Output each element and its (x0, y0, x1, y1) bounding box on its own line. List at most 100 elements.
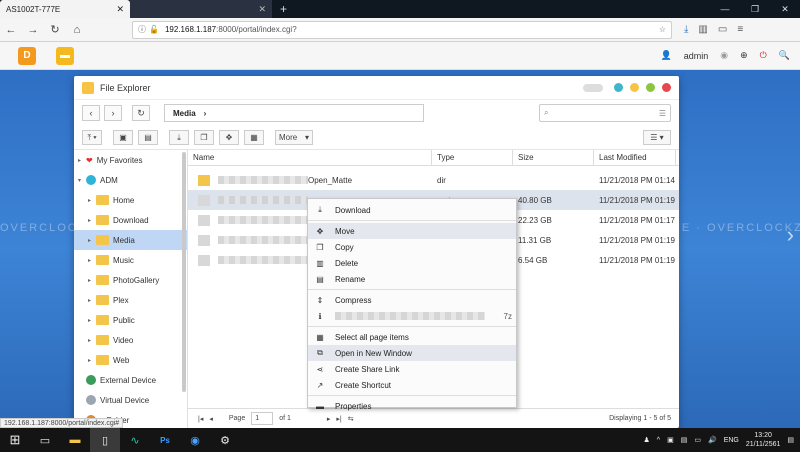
refresh-button[interactable]: ↻ (132, 105, 150, 121)
column-last-modified[interactable]: Last Modified (594, 149, 676, 166)
maximize-icon[interactable]: ❐ (740, 0, 770, 18)
search-input[interactable]: ⌕ ☰ (539, 104, 671, 122)
menu-item-rename[interactable]: ▤ Rename (308, 271, 516, 287)
home-icon[interactable]: ⌂ (66, 24, 88, 36)
tree-item-virtual-device[interactable]: Virtual Device (74, 390, 187, 410)
task-view-icon[interactable]: ▭ (30, 428, 60, 452)
prev-page-icon[interactable]: ◂ (209, 415, 213, 423)
menu-item-compress[interactable]: ⇕ Compress (308, 292, 516, 308)
page-input[interactable]: 1 (251, 412, 274, 425)
column-size[interactable]: Size (513, 149, 594, 166)
upload-button[interactable]: ⤒ ▾ (82, 130, 102, 145)
menu-item-delete[interactable]: ▥ Delete (308, 255, 516, 271)
browser-tab-active[interactable]: AS1002T-777E ✕ (0, 0, 130, 18)
tree-item-video[interactable]: ▸ Video (74, 330, 187, 350)
tree-item-web[interactable]: ▸ Web (74, 350, 187, 370)
language-indicator[interactable]: ENG (724, 437, 739, 444)
column-name[interactable]: Name (188, 149, 432, 166)
menu-item-properties[interactable]: ▬ Properties (308, 398, 516, 414)
tree-item-public[interactable]: ▸ Public (74, 310, 187, 330)
notification-icon[interactable]: ◉ (720, 50, 728, 61)
minimize-icon[interactable]: — (710, 0, 740, 18)
close-icon[interactable]: ✕ (258, 4, 266, 15)
close-icon[interactable]: ✕ (116, 4, 124, 15)
bookmark-star-icon[interactable]: ☆ (659, 25, 666, 34)
username[interactable]: admin (684, 51, 709, 61)
folder-action-button[interactable]: ▤ (138, 130, 158, 145)
more-button[interactable]: More ▾ (275, 130, 313, 145)
network-icon[interactable]: ▣ (667, 436, 674, 444)
back-button[interactable]: ‹ (82, 105, 100, 121)
volume-icon[interactable]: 🔊 (708, 436, 717, 444)
tray-chevron-icon[interactable]: ^ (657, 437, 660, 444)
menu-item-download[interactable]: ⤓ Download (308, 202, 516, 218)
search-options-icon[interactable]: ☰ (659, 109, 666, 118)
tray-app-icon[interactable]: ▤ (681, 436, 688, 444)
close-window-icon[interactable]: ✕ (770, 0, 800, 18)
download-icon[interactable]: ⤓ (684, 24, 688, 35)
table-row[interactable]: Open_Matte dir 11/21/2018 PM 01:14 (188, 170, 679, 190)
refresh-icon[interactable]: ⇆ (348, 415, 354, 423)
monitor-taskbar-icon[interactable]: ∿ (120, 428, 150, 452)
menu-item-select-all[interactable]: ▦ Select all page items (308, 329, 516, 345)
settings-taskbar-icon[interactable]: ⚙ (210, 428, 240, 452)
help-icon[interactable]: ⊕ (740, 50, 748, 61)
menu-item-shortcut[interactable]: ↗ Create Shortcut (308, 377, 516, 393)
menu-item-share-link[interactable]: ⋖ Create Share Link (308, 361, 516, 377)
document-taskbar-icon[interactable]: ▯ (90, 428, 120, 452)
pin-toggle[interactable] (583, 83, 603, 92)
menu-icon[interactable]: ≡ (737, 24, 743, 35)
maximize-dot[interactable] (646, 83, 655, 92)
search-icon[interactable]: 🔍 (779, 50, 790, 61)
tree-scrollbar[interactable] (182, 152, 186, 392)
forward-icon[interactable]: → (22, 24, 44, 36)
tree-item-plex[interactable]: ▸ Plex (74, 290, 187, 310)
breadcrumb-media[interactable]: Media (173, 109, 196, 118)
column-type[interactable]: Type (432, 149, 513, 166)
copy-button[interactable]: ❐ (194, 130, 214, 145)
file-explorer-taskbar-icon[interactable]: ▬ (60, 428, 90, 452)
menu-item-extract[interactable]: ℹ 7z (308, 308, 516, 324)
download-button[interactable]: ⤓ (169, 130, 189, 145)
adm-logo-icon[interactable]: D (18, 46, 36, 65)
tree-item-external-device[interactable]: External Device (74, 370, 187, 390)
people-icon[interactable]: ♟ (644, 436, 650, 444)
reload-icon[interactable]: ↻ (44, 23, 66, 36)
forward-button[interactable]: › (104, 105, 122, 121)
browser-tab[interactable]: ✕ (130, 0, 272, 18)
menu-item-open-new-window[interactable]: ⧉ Open in New Window (308, 345, 516, 361)
breadcrumb[interactable]: Media › (164, 104, 424, 122)
notification-center-icon[interactable]: ▤ (787, 436, 794, 444)
new-tab-button[interactable]: + (272, 0, 295, 18)
photoshop-taskbar-icon[interactable]: Ps (150, 428, 180, 452)
tree-item-download[interactable]: ▸ Download (74, 210, 187, 230)
first-page-icon[interactable]: |◂ (198, 415, 203, 423)
view-mode-button[interactable]: ☰ ▾ (643, 130, 671, 145)
tree-item-home[interactable]: ▸ Home (74, 190, 187, 210)
tree-item-photogallery[interactable]: ▸ PhotoGallery (74, 270, 187, 290)
menu-item-move[interactable]: ✥ Move (308, 223, 516, 239)
power-icon[interactable]: ⏻ (760, 50, 767, 61)
move-button[interactable]: ✥ (219, 130, 239, 145)
next-arrow-icon[interactable]: › (787, 222, 794, 248)
minimize-dot[interactable] (630, 83, 639, 92)
clock[interactable]: 13:20 21/11/2561 (746, 431, 781, 449)
window-title-bar[interactable]: File Explorer (74, 76, 679, 100)
select-button[interactable]: ▦ (244, 130, 264, 145)
restore-dot[interactable] (614, 83, 623, 92)
address-bar[interactable]: ⓘ 🔓 192.168.1.187 :8000/portal/index.cgi… (132, 20, 672, 39)
last-page-icon[interactable]: ▸| (336, 415, 341, 423)
tree-item-adm[interactable]: ▾ ADM (74, 170, 187, 190)
tree-item-music[interactable]: ▸ Music (74, 250, 187, 270)
close-dot[interactable] (662, 83, 671, 92)
file-explorer-app-icon[interactable]: ▬ (56, 46, 74, 65)
tree-item-my-favorites[interactable]: ▸ ❤ My Favorites (74, 150, 187, 170)
next-page-icon[interactable]: ▸ (327, 415, 331, 423)
battery-icon[interactable]: ▭ (694, 436, 701, 444)
new-folder-button[interactable]: ▣ (113, 130, 133, 145)
tree-item-media[interactable]: ▸ Media (74, 230, 187, 250)
library-icon[interactable]: ▥ (698, 24, 707, 35)
firefox-taskbar-icon[interactable]: ◉ (180, 428, 210, 452)
sidebar-icon[interactable]: ▭ (718, 24, 727, 35)
windows-start-icon[interactable]: ⊞ (0, 428, 30, 452)
